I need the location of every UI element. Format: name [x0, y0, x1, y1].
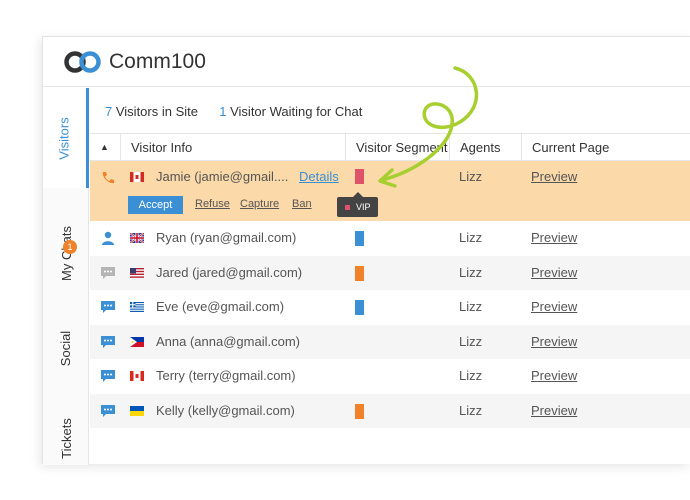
visitor-summary: 7 Visitors in Site 1 Visitor Waiting for…	[105, 104, 362, 119]
preview-link[interactable]: Preview	[531, 265, 577, 280]
vip-dot-icon	[345, 205, 350, 210]
agent-name: Lizz	[459, 230, 483, 245]
visitor-name: Jamie (jamie@gmail....	[156, 169, 289, 184]
details-link[interactable]: Details	[299, 169, 339, 184]
preview-link[interactable]: Preview	[531, 334, 577, 349]
visitor-name: Terry (terry@gmail.com)	[156, 368, 296, 383]
segment-indicator	[355, 300, 364, 315]
preview-link[interactable]: Preview	[531, 169, 577, 184]
visitor-name: Kelly (kelly@gmail.com)	[156, 402, 295, 418]
sidebar-tab-label: Tickets	[58, 417, 74, 459]
preview-link[interactable]: Preview	[531, 368, 577, 383]
column-current-page[interactable]: Current Page	[521, 134, 690, 161]
table-row[interactable]: Anna (anna@gmail.com) Lizz Preview	[90, 324, 690, 359]
agent-name: Lizz	[459, 169, 483, 184]
table-header: ▲ Visitor Info Visitor Segment Agents Cu…	[90, 133, 690, 161]
segment-indicator	[355, 265, 364, 281]
agent-name: Lizz	[459, 368, 483, 383]
visitor-name: Anna (anna@gmail.com)	[156, 333, 300, 349]
table-row[interactable]: Kelly (kelly@gmail.com) Lizz Preview	[90, 393, 690, 428]
visitors-label: Visitors in Site	[115, 104, 198, 119]
canada-flag-icon	[130, 371, 144, 381]
agent-name: Lizz	[459, 264, 483, 280]
segment-indicator	[355, 169, 364, 184]
visitor-name: Jared (jared@gmail.com)	[156, 264, 303, 280]
app-header: Comm100	[43, 37, 690, 87]
sidebar-tab-visitors[interactable]: Visitors	[43, 88, 89, 188]
segment-indicator	[355, 231, 364, 246]
app-window: Comm100 Visitors My Chats 1 Social Ticke…	[42, 36, 690, 465]
capture-link[interactable]: Capture	[240, 198, 279, 210]
table-row[interactable]: Jared (jared@gmail.com) Lizz Preview	[90, 255, 690, 290]
column-agents[interactable]: Agents	[449, 134, 521, 161]
vip-tooltip: VIP	[337, 192, 378, 217]
brand-name: Comm100	[109, 50, 206, 73]
canada-flag-icon	[130, 172, 144, 182]
chat-blue-icon	[101, 370, 115, 382]
sidebar-tab-social[interactable]: Social	[43, 318, 89, 378]
refuse-link[interactable]: Refuse	[195, 198, 230, 210]
agent-name: Lizz	[459, 299, 483, 314]
table-row[interactable]: Ryan (ryan@gmail.com) Lizz Preview	[90, 221, 690, 256]
preview-link[interactable]: Preview	[531, 230, 577, 245]
agent-name: Lizz	[459, 402, 483, 418]
uk-flag-icon	[130, 233, 144, 243]
visitor-name: Ryan (ryan@gmail.com)	[156, 230, 297, 245]
waiting-label: Visitor Waiting for Chat	[230, 104, 363, 119]
visitor-table: ▲ Visitor Info Visitor Segment Agents Cu…	[90, 133, 690, 428]
greece-flag-icon	[130, 302, 144, 312]
visitors-count: 7	[105, 104, 113, 119]
agent-name: Lizz	[459, 333, 483, 349]
table-row[interactable]: Terry (terry@gmail.com) Lizz Preview	[90, 359, 690, 394]
sidebar-tab-label: Social	[58, 330, 74, 366]
chat-blue-icon	[101, 404, 115, 417]
table-row[interactable]: Eve (eve@gmail.com) Lizz Preview	[90, 290, 690, 325]
column-visitor-info[interactable]: Visitor Info	[120, 134, 345, 161]
phone-icon	[102, 172, 114, 184]
chat-grey-icon	[101, 266, 115, 279]
preview-link[interactable]: Preview	[531, 403, 577, 418]
sidebar-tab-tickets[interactable]: Tickets	[43, 408, 89, 468]
waiting-count: 1	[219, 104, 227, 119]
ban-link[interactable]: Ban	[292, 198, 312, 210]
column-visitor-segment[interactable]: Visitor Segment	[345, 134, 449, 161]
tooltip-label: VIP	[356, 202, 371, 212]
chat-blue-icon	[101, 335, 115, 348]
table-row[interactable]: Jamie (jamie@gmail.... Details Lizz Prev…	[90, 161, 690, 221]
usa-flag-icon	[130, 267, 144, 278]
ukraine-flag-icon	[130, 405, 144, 416]
chat-blue-icon	[101, 301, 115, 313]
sort-indicator-icon[interactable]: ▲	[90, 134, 120, 161]
sidebar-tab-label: Visitors	[56, 116, 72, 160]
accept-button[interactable]: Accept	[128, 196, 183, 214]
my-chats-count-badge: 1	[63, 240, 77, 254]
person-icon	[102, 231, 114, 245]
segment-indicator	[355, 403, 364, 419]
preview-link[interactable]: Preview	[531, 299, 577, 314]
comm100-logo-icon	[64, 51, 101, 73]
sidebar: Visitors My Chats 1 Social Tickets	[43, 88, 89, 465]
philippines-flag-icon	[130, 336, 144, 347]
visitor-name: Eve (eve@gmail.com)	[156, 299, 285, 314]
